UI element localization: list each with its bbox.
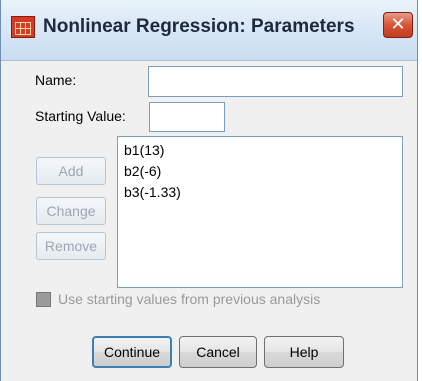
spreadsheet-icon	[11, 16, 35, 38]
starting-value-label: Starting Value:	[35, 108, 126, 124]
use-previous-values-checkbox[interactable]	[36, 292, 51, 307]
cancel-button[interactable]: Cancel	[179, 336, 257, 368]
add-button[interactable]: Add	[36, 157, 106, 185]
use-previous-values-label: Use starting values from previous analys…	[58, 291, 321, 307]
name-label: Name:	[35, 72, 77, 88]
close-button[interactable]: ✕	[383, 12, 413, 38]
help-button[interactable]: Help	[264, 336, 344, 368]
starting-value-field[interactable]	[149, 102, 225, 132]
dialog-title: Nonlinear Regression: Parameters	[43, 16, 355, 37]
name-field[interactable]	[148, 66, 403, 97]
change-button[interactable]: Change	[36, 197, 106, 225]
list-item[interactable]: b2(-6)	[124, 161, 396, 182]
dialog-window: Nonlinear Regression: Parameters ✕ Name:…	[0, 0, 418, 381]
continue-button[interactable]: Continue	[92, 336, 172, 368]
list-item[interactable]: b1(13)	[124, 140, 396, 161]
list-item[interactable]: b3(-1.33)	[124, 182, 396, 203]
parameters-list[interactable]: b1(13) b2(-6) b3(-1.33)	[117, 136, 403, 288]
remove-button[interactable]: Remove	[36, 232, 106, 260]
title-bar[interactable]: Nonlinear Regression: Parameters ✕	[1, 0, 417, 61]
